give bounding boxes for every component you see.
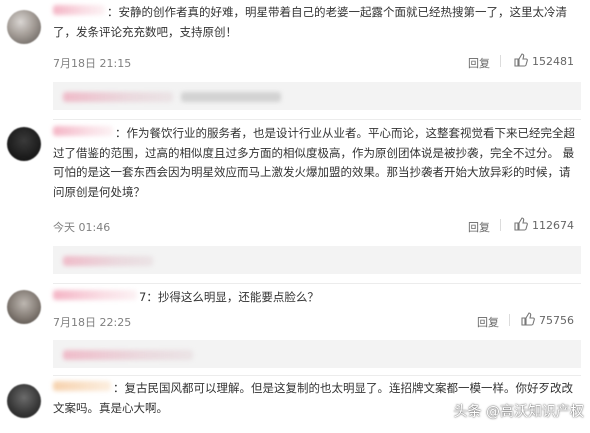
comment-time: 7月18日 21:15: [53, 57, 132, 70]
watermark: 头条 @高沃知识产权: [453, 404, 584, 420]
reply-preview[interactable]: [53, 246, 581, 274]
comment-time: 今天 01:46: [53, 221, 111, 234]
blurred-reply: [181, 92, 281, 102]
blurred-reply: [63, 92, 173, 102]
comment-body: ：安静的创作者真的好难，明星带着自己的老婆一起露个面就已经热搜第一了，这里太冷清…: [53, 3, 581, 42]
thumbs-up-icon: [521, 312, 535, 326]
comment-time: 7月18日 22:25: [53, 316, 132, 329]
thumbs-up-icon: [514, 53, 528, 67]
comment-text: 7：抄得这么明显，还能要点脸么？: [139, 290, 319, 304]
divider: [53, 119, 581, 120]
comment-meta: 7月18日 21:15 回复 152481: [53, 53, 581, 71]
divider: [53, 375, 581, 376]
reply-preview[interactable]: [53, 340, 581, 368]
comment-body: ：作为餐饮行业的服务者，也是设计行业从业者。平心而论，这整套视觉看下来已经完全超…: [53, 124, 581, 202]
avatar[interactable]: [7, 384, 41, 418]
like-count: 152481: [532, 55, 574, 68]
reply-button[interactable]: 回复: [477, 314, 499, 330]
like-button[interactable]: 75756: [521, 312, 574, 327]
username[interactable]: [53, 5, 105, 15]
blurred-reply: [63, 350, 193, 360]
comment-body: 7：抄得这么明显，还能要点脸么？: [53, 288, 581, 308]
comment-text: ：作为餐饮行业的服务者，也是设计行业从业者。平心而论，这整套视觉看下来已经完全超…: [53, 126, 575, 199]
like-count: 75756: [539, 314, 574, 327]
avatar[interactable]: [7, 127, 41, 161]
comment-meta: 今天 01:46 回复 112674: [53, 217, 581, 235]
divider: [500, 219, 501, 231]
like-button[interactable]: 112674: [514, 217, 574, 232]
divider: [509, 314, 510, 326]
avatar[interactable]: [7, 290, 41, 324]
like-count: 112674: [532, 219, 574, 232]
comment-meta: 7月18日 22:25 回复 75756: [53, 312, 581, 330]
thumbs-up-icon: [514, 217, 528, 231]
divider: [500, 55, 501, 67]
like-button[interactable]: 152481: [514, 53, 574, 68]
reply-button[interactable]: 回复: [468, 219, 490, 235]
blurred-reply: [63, 256, 153, 266]
avatar[interactable]: [7, 10, 41, 44]
divider: [53, 283, 581, 284]
username[interactable]: [53, 381, 111, 391]
comment-text: ：安静的创作者真的好难，明星带着自己的老婆一起露个面就已经热搜第一了，这里太冷清…: [53, 5, 567, 39]
reply-button[interactable]: 回复: [468, 55, 490, 71]
username[interactable]: [53, 126, 113, 136]
reply-preview[interactable]: [53, 82, 581, 110]
username[interactable]: [53, 290, 137, 300]
